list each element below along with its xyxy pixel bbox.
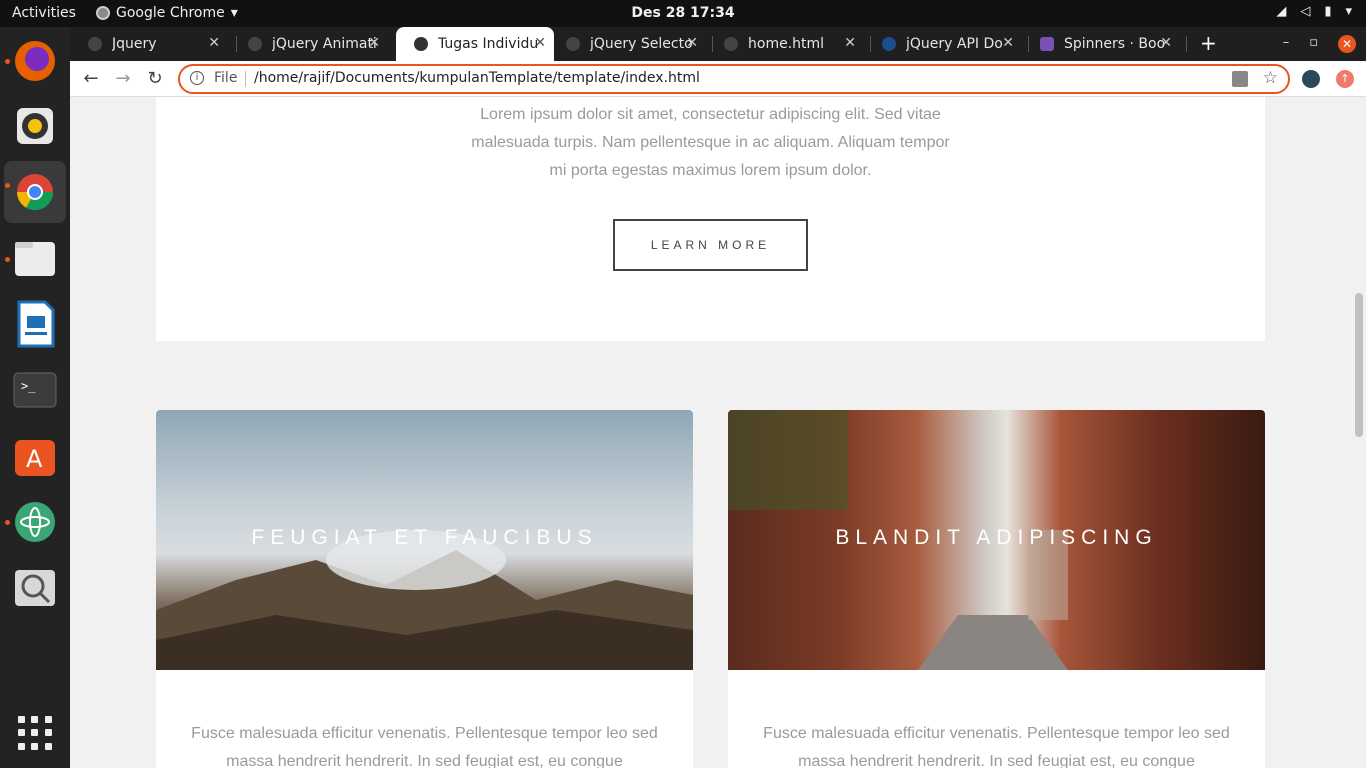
window-controls: – ▫ ✕ bbox=[1283, 35, 1356, 53]
dock-libreoffice-impress[interactable] bbox=[4, 293, 66, 355]
tab-title: jQuery API Do bbox=[906, 36, 1003, 52]
back-button[interactable]: ← bbox=[80, 68, 102, 90]
intro-text: Lorem ipsum dolor sit amet, consectetur … bbox=[471, 106, 950, 179]
maximize-button[interactable]: ▫ bbox=[1309, 35, 1318, 53]
dock-rhythmbox[interactable] bbox=[4, 95, 66, 157]
close-icon[interactable]: ✕ bbox=[844, 35, 856, 51]
wifi-icon: ◢ bbox=[1276, 4, 1287, 19]
document-icon bbox=[17, 300, 55, 348]
clock[interactable]: Des 28 17:34 bbox=[0, 5, 1366, 21]
dock-firefox[interactable] bbox=[4, 30, 66, 92]
svg-text:A: A bbox=[26, 445, 43, 473]
globe-icon bbox=[724, 37, 738, 51]
feature-description: Fusce malesuada efficitur venenatis. Pel… bbox=[763, 725, 1230, 768]
close-icon[interactable]: ✕ bbox=[208, 35, 220, 51]
tab-jquery-animation[interactable]: jQuery Animati ✕ bbox=[230, 27, 388, 61]
feature-title: BLANDIT ADIPISCING bbox=[835, 526, 1158, 549]
tab-jquery-selector[interactable]: jQuery Selecto ✕ bbox=[548, 27, 706, 61]
running-indicator bbox=[5, 183, 10, 188]
reload-button[interactable]: ↻ bbox=[144, 68, 166, 90]
scrollbar-thumb[interactable] bbox=[1355, 293, 1363, 437]
music-player-icon bbox=[17, 108, 53, 144]
alley-image: BLANDIT ADIPISCING bbox=[728, 410, 1265, 670]
forward-button[interactable]: → bbox=[112, 68, 134, 90]
globe-icon bbox=[414, 37, 428, 51]
battery-icon: ▮ bbox=[1324, 4, 1332, 19]
show-applications-button[interactable] bbox=[18, 716, 52, 750]
url-text[interactable]: /home/rajif/Documents/kumpulanTemplate/t… bbox=[254, 70, 700, 86]
magnifier-icon bbox=[15, 570, 55, 606]
dock-software[interactable]: A bbox=[4, 425, 66, 487]
divider bbox=[245, 71, 246, 87]
scrollbar[interactable] bbox=[1352, 97, 1366, 768]
intro-card: Lorem ipsum dolor sit amet, consectetur … bbox=[156, 97, 1265, 341]
globe-icon bbox=[248, 37, 262, 51]
toolbar: ← → ↻ i File /home/rajif/Documents/kumpu… bbox=[70, 61, 1366, 97]
store-icon: A bbox=[15, 440, 55, 476]
chrome-icon bbox=[16, 174, 54, 211]
tab-strip: Jquery ✕ jQuery Animati ✕ Tugas Individu… bbox=[70, 27, 1366, 61]
tab-title: jQuery Selecto bbox=[590, 36, 693, 52]
feature-title: FEUGIAT ET FAUCIBUS bbox=[251, 526, 598, 549]
minimize-button[interactable]: – bbox=[1283, 35, 1290, 53]
bookmark-star-icon[interactable]: ☆ bbox=[1263, 68, 1278, 88]
url-scheme: File bbox=[214, 70, 238, 86]
terminal-icon: >_ bbox=[13, 372, 57, 408]
tab-spinners-bootstrap[interactable]: Spinners · Boo ✕ bbox=[1022, 27, 1180, 61]
firefox-icon bbox=[15, 41, 55, 81]
close-icon[interactable]: ✕ bbox=[1002, 35, 1014, 51]
update-button[interactable]: ↑ bbox=[1336, 70, 1354, 88]
close-icon[interactable]: ✕ bbox=[534, 35, 546, 51]
tab-title: Spinners · Boo bbox=[1064, 36, 1166, 52]
system-tray[interactable]: ◢ ◁ ▮ ▾ bbox=[1276, 4, 1352, 19]
globe-icon bbox=[88, 37, 102, 51]
feature-card[interactable]: FEUGIAT ET FAUCIBUS Fusce malesuada effi… bbox=[156, 410, 693, 768]
bootstrap-icon bbox=[1040, 37, 1054, 51]
tab-jquery[interactable]: Jquery ✕ bbox=[70, 27, 228, 61]
mountain-image: FEUGIAT ET FAUCIBUS bbox=[156, 410, 693, 670]
dock-atom[interactable] bbox=[4, 491, 66, 553]
dock-chrome[interactable] bbox=[4, 161, 66, 223]
running-indicator bbox=[5, 257, 10, 262]
browser-window: Jquery ✕ jQuery Animati ✕ Tugas Individu… bbox=[70, 27, 1366, 768]
volume-icon: ◁ bbox=[1300, 4, 1311, 19]
tab-separator bbox=[1186, 36, 1187, 52]
tab-tugas-individu[interactable]: Tugas Individu ✕ bbox=[396, 27, 554, 61]
address-bar[interactable]: i File /home/rajif/Documents/kumpulanTem… bbox=[178, 64, 1290, 94]
page-viewport: Lorem ipsum dolor sit amet, consectetur … bbox=[70, 97, 1366, 768]
profile-avatar[interactable] bbox=[1302, 70, 1320, 88]
feature-card[interactable]: BLANDIT ADIPISCING Fusce malesuada effic… bbox=[728, 410, 1265, 768]
chevron-down-icon: ▾ bbox=[1345, 4, 1352, 19]
tab-home-html[interactable]: home.html ✕ bbox=[706, 27, 864, 61]
svg-text:>_: >_ bbox=[21, 379, 36, 393]
running-indicator bbox=[5, 520, 10, 525]
tab-title: Tugas Individu bbox=[438, 36, 539, 52]
jquery-icon bbox=[882, 37, 896, 51]
folder-icon bbox=[15, 242, 55, 276]
running-indicator bbox=[5, 59, 10, 64]
globe-icon bbox=[566, 37, 580, 51]
dock-screenshot[interactable] bbox=[4, 557, 66, 619]
tab-title: Jquery bbox=[112, 36, 157, 52]
info-icon[interactable]: i bbox=[190, 71, 204, 85]
close-window-button[interactable]: ✕ bbox=[1338, 35, 1356, 53]
top-bar: Activities Google Chrome ▾ Des 28 17:34 … bbox=[0, 0, 1366, 27]
close-icon[interactable]: ✕ bbox=[368, 35, 380, 51]
close-icon[interactable]: ✕ bbox=[1160, 35, 1172, 51]
dock-terminal[interactable]: >_ bbox=[4, 359, 66, 421]
learn-more-button[interactable]: LEARN MORE bbox=[613, 219, 808, 271]
new-tab-button[interactable]: + bbox=[1200, 31, 1217, 55]
tab-title: jQuery Animati bbox=[272, 36, 377, 52]
tab-jquery-api[interactable]: jQuery API Do ✕ bbox=[864, 27, 1022, 61]
close-icon[interactable]: ✕ bbox=[686, 35, 698, 51]
atom-icon bbox=[15, 502, 55, 542]
feature-description: Fusce malesuada efficitur venenatis. Pel… bbox=[191, 725, 658, 768]
tab-title: home.html bbox=[748, 36, 825, 52]
dock-files[interactable] bbox=[4, 227, 66, 289]
dock: >_ A bbox=[0, 27, 70, 768]
translate-icon[interactable] bbox=[1232, 71, 1248, 87]
